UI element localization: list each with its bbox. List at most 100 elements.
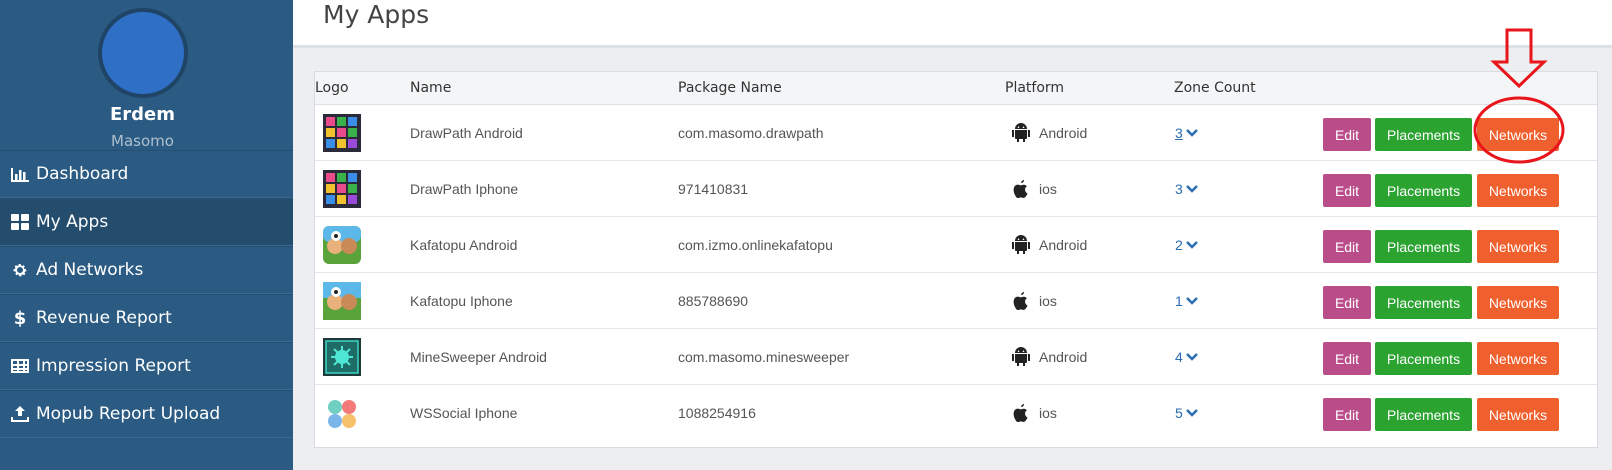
app-logo-kafatopu xyxy=(323,282,361,320)
page-header: My Apps xyxy=(293,0,1612,48)
app-logo-drawpath xyxy=(323,170,361,208)
placements-button[interactable]: Placements xyxy=(1375,174,1472,207)
placements-button[interactable]: Placements xyxy=(1375,118,1472,151)
package-name: com.masomo.minesweeper xyxy=(678,349,850,365)
user-name: Erdem xyxy=(109,104,176,125)
edit-button[interactable]: Edit xyxy=(1323,174,1371,207)
zone-count-toggle[interactable]: 4 xyxy=(1175,349,1198,365)
table-row: DrawPath Android com.masomo.drawpath And… xyxy=(315,105,1597,161)
chevron-down-icon xyxy=(1185,353,1198,361)
networks-button[interactable]: Networks xyxy=(1477,342,1559,375)
column-header-platform: Platform xyxy=(1005,80,1065,96)
package-name: 1088254916 xyxy=(678,405,756,421)
sidebar-item-mopub-report-upload[interactable]: Mopub Report Upload xyxy=(0,390,293,438)
sidebar: Erdem Masomo Dashboard My Apps Ad Networ… xyxy=(0,0,293,470)
edit-button[interactable]: Edit xyxy=(1323,286,1371,319)
chevron-down-icon xyxy=(1185,185,1198,193)
app-name: MineSweeper Android xyxy=(410,349,547,365)
zone-count-toggle[interactable]: 5 xyxy=(1175,405,1198,421)
apps-table: Logo Name Package Name Platform Zone Cou… xyxy=(314,71,1598,448)
bar-chart-icon xyxy=(10,165,30,183)
networks-button[interactable]: Networks xyxy=(1477,174,1559,207)
app-name: DrawPath Iphone xyxy=(410,181,519,197)
edit-button[interactable]: Edit xyxy=(1323,118,1371,151)
column-header-logo: Logo xyxy=(315,80,349,96)
zone-count: 3 xyxy=(1175,181,1183,197)
networks-button[interactable]: Networks xyxy=(1477,398,1559,431)
android-icon xyxy=(1012,347,1030,366)
platform-label: Android xyxy=(1039,349,1088,365)
placements-button[interactable]: Placements xyxy=(1375,342,1472,375)
app-name: WSSocial Iphone xyxy=(410,405,518,421)
zone-count-toggle[interactable]: 3 xyxy=(1175,125,1198,141)
placements-button[interactable]: Placements xyxy=(1375,230,1472,263)
edit-button[interactable]: Edit xyxy=(1323,398,1371,431)
sidebar-item-impression-report[interactable]: Impression Report xyxy=(0,342,293,390)
page-title: My Apps xyxy=(323,0,430,29)
table-row: Kafatopu Iphone 885788690 ios 1 Edit Pla… xyxy=(315,273,1597,329)
table-icon xyxy=(10,357,30,375)
chevron-down-icon xyxy=(1185,129,1198,137)
upload-icon xyxy=(10,405,30,423)
app-name: Kafatopu Iphone xyxy=(410,293,513,309)
zone-count: 4 xyxy=(1175,349,1183,365)
table-row: DrawPath Iphone 971410831 ios 3 Edit Pla… xyxy=(315,161,1597,217)
sidebar-item-label: Dashboard xyxy=(36,164,129,184)
package-name: 971410831 xyxy=(678,181,749,197)
package-name: com.izmo.onlinekafatopu xyxy=(678,237,833,253)
sidebar-item-dashboard[interactable]: Dashboard xyxy=(0,150,293,198)
networks-button[interactable]: Networks xyxy=(1477,118,1559,151)
table-header: Logo Name Package Name Platform Zone Cou… xyxy=(315,72,1597,105)
package-name: 885788690 xyxy=(678,293,749,309)
app-name: Kafatopu Android xyxy=(410,237,518,253)
sidebar-item-label: My Apps xyxy=(36,212,109,232)
zone-count: 5 xyxy=(1175,405,1183,421)
grid-icon xyxy=(10,213,30,231)
platform-label: Android xyxy=(1039,125,1088,141)
edit-button[interactable]: Edit xyxy=(1323,230,1371,263)
zone-count: 3 xyxy=(1175,125,1183,141)
zone-count: 1 xyxy=(1175,293,1183,309)
dollar-icon: $ xyxy=(13,307,27,329)
zone-count-toggle[interactable]: 3 xyxy=(1175,181,1198,197)
package-name: com.masomo.drawpath xyxy=(678,125,824,141)
column-header-zone-count: Zone Count xyxy=(1174,80,1256,96)
chevron-down-icon xyxy=(1185,409,1198,417)
sidebar-item-label: Revenue Report xyxy=(36,308,172,328)
app-logo-minesweeper xyxy=(323,338,361,376)
table-row: WSSocial Iphone 1088254916 ios 5 Edit Pl… xyxy=(315,385,1597,441)
chevron-down-icon xyxy=(1185,297,1198,305)
sidebar-item-my-apps[interactable]: My Apps xyxy=(0,198,293,246)
sidebar-nav: Dashboard My Apps Ad Networks $ Revenue … xyxy=(0,150,293,438)
sidebar-item-revenue-report[interactable]: $ Revenue Report xyxy=(0,294,293,342)
gear-icon xyxy=(10,261,30,279)
zone-count: 2 xyxy=(1175,237,1183,253)
sidebar-item-label: Ad Networks xyxy=(36,260,144,280)
app-logo-kafatopu xyxy=(323,226,361,264)
networks-button[interactable]: Networks xyxy=(1477,286,1559,319)
edit-button[interactable]: Edit xyxy=(1323,342,1371,375)
placements-button[interactable]: Placements xyxy=(1375,286,1472,319)
zone-count-toggle[interactable]: 1 xyxy=(1175,293,1198,309)
sidebar-item-label: Impression Report xyxy=(36,356,191,376)
zone-count-toggle[interactable]: 2 xyxy=(1175,237,1198,253)
app-logo-drawpath xyxy=(323,114,361,152)
platform-label: ios xyxy=(1039,405,1057,421)
avatar[interactable] xyxy=(98,8,188,98)
column-header-name: Name xyxy=(410,80,452,96)
apple-icon xyxy=(1013,292,1028,311)
table-row: MineSweeper Android com.masomo.minesweep… xyxy=(315,329,1597,385)
platform-label: ios xyxy=(1039,181,1057,197)
table-row: Kafatopu Android com.izmo.onlinekafatopu… xyxy=(315,217,1597,273)
apple-icon xyxy=(1013,404,1028,423)
user-org: Masomo xyxy=(111,132,174,150)
apple-icon xyxy=(1013,180,1028,199)
android-icon xyxy=(1012,123,1030,142)
platform-label: ios xyxy=(1039,293,1057,309)
chevron-down-icon xyxy=(1185,241,1198,249)
placements-button[interactable]: Placements xyxy=(1375,398,1472,431)
app-logo-wssocial xyxy=(323,394,361,432)
networks-button[interactable]: Networks xyxy=(1477,230,1559,263)
sidebar-item-ad-networks[interactable]: Ad Networks xyxy=(0,246,293,294)
sidebar-item-label: Mopub Report Upload xyxy=(36,404,221,424)
